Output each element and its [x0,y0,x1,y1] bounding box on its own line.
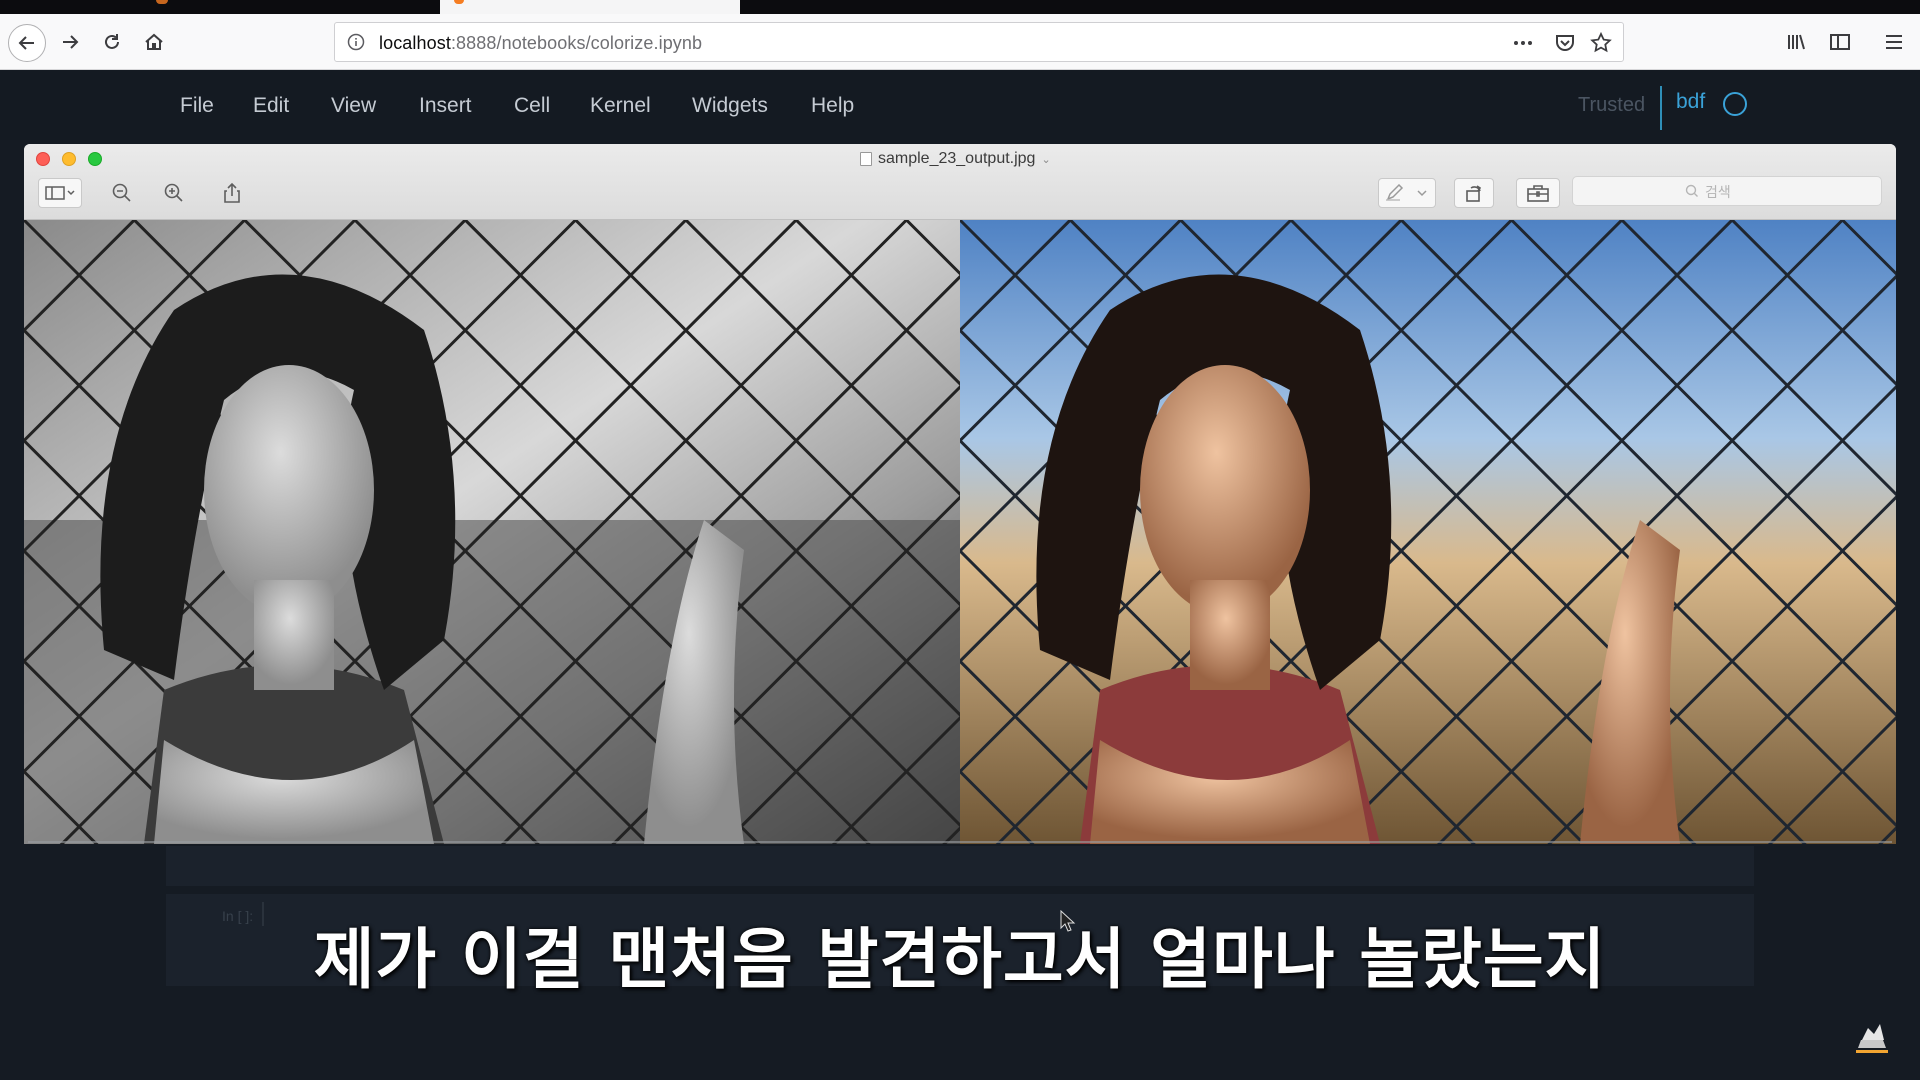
toolbox-icon [1527,185,1549,202]
sidebar-icon [1830,34,1850,50]
window-zoom-button[interactable] [88,152,102,166]
menu-view[interactable]: View [331,94,376,118]
kernel-divider [1660,86,1662,130]
output-divider [28,841,1892,843]
trusted-notebook-label[interactable]: Trusted [1578,94,1645,117]
preview-search-field[interactable]: 검색 [1572,176,1882,206]
markup-pen-icon [1386,184,1427,201]
zoom-out-button[interactable] [102,178,142,208]
menu-kernel[interactable]: Kernel [590,94,651,118]
zoom-in-icon [164,183,183,202]
sidebar-button[interactable] [1824,26,1856,58]
menu-cell[interactable]: Cell [514,94,550,118]
menu-widgets[interactable]: Widgets [692,94,768,118]
search-placeholder: 검색 [1705,184,1731,200]
zoom-out-icon [112,183,131,202]
window-minimize-button[interactable] [62,152,76,166]
url-bar[interactable]: localhost:8888/notebooks/colorize.ipynb [334,22,1624,62]
preview-window: sample_23_output.jpg ⌄ 검색 [24,144,1896,844]
info-icon[interactable] [347,33,365,51]
preview-titlebar: sample_23_output.jpg ⌄ 검색 [24,144,1896,220]
window-close-button[interactable] [36,152,50,166]
menu-insert[interactable]: Insert [419,94,472,118]
image-canvas[interactable] [24,220,1896,844]
library-button[interactable] [1780,26,1812,58]
markup-button[interactable] [1378,178,1436,208]
rotate-icon [1466,185,1482,202]
url-host: localhost [379,33,451,53]
zoom-in-button[interactable] [154,178,194,208]
channel-logo-icon [1856,1024,1888,1053]
share-icon [224,182,240,203]
document-title[interactable]: sample_23_output.jpg ⌄ [860,150,1051,168]
back-button[interactable] [8,24,46,62]
video-subtitle: 제가 이걸 맨처음 발견하고서 얼마나 놀랐는지 [313,921,1607,998]
mouse-cursor-icon [1060,910,1076,932]
sidebar-view-button[interactable] [38,178,82,208]
active-browser-tab[interactable] [440,0,740,14]
jupyter-menubar: File Edit View Insert Cell Kernel Widget… [0,70,1920,140]
home-icon [145,33,163,50]
hamburger-menu-button[interactable] [1878,26,1910,58]
grayscale-photo [24,220,960,844]
reload-icon [105,34,119,49]
search-icon [1685,184,1698,197]
url-path: :8888/notebooks/colorize.ipynb [450,33,703,53]
pocket-icon[interactable] [1553,31,1577,55]
kernel-name[interactable]: bdf [1676,90,1705,114]
forward-arrow-icon [63,35,79,49]
reload-button[interactable] [96,26,128,58]
chevron-down-icon: ⌄ [1041,153,1051,166]
colorized-photo [960,220,1896,844]
browser-navbar: localhost:8888/notebooks/colorize.ipynb [0,14,1920,70]
rotate-button[interactable] [1454,178,1494,208]
home-button[interactable] [138,26,170,58]
star-icon[interactable] [1589,31,1613,55]
notebook-output-cell[interactable] [166,846,1754,886]
library-icon [1788,34,1805,50]
kernel-idle-icon [1723,92,1747,116]
menu-edit[interactable]: Edit [253,94,289,118]
toolbox-button[interactable] [1516,178,1560,208]
menu-help[interactable]: Help [811,94,854,118]
url-text[interactable]: localhost:8888/notebooks/colorize.ipynb [379,33,702,54]
tab-favicon[interactable] [156,0,168,4]
sidebar-icon [45,186,75,200]
more-icon[interactable] [1511,31,1535,55]
browser-tab-strip [0,0,1920,14]
share-button[interactable] [212,178,252,208]
hamburger-menu-icon [1886,35,1902,49]
back-arrow-icon [18,36,34,50]
document-filename: sample_23_output.jpg [878,150,1036,167]
forward-button[interactable] [54,26,86,58]
menu-file[interactable]: File [180,94,214,118]
image-file-icon [860,152,872,166]
